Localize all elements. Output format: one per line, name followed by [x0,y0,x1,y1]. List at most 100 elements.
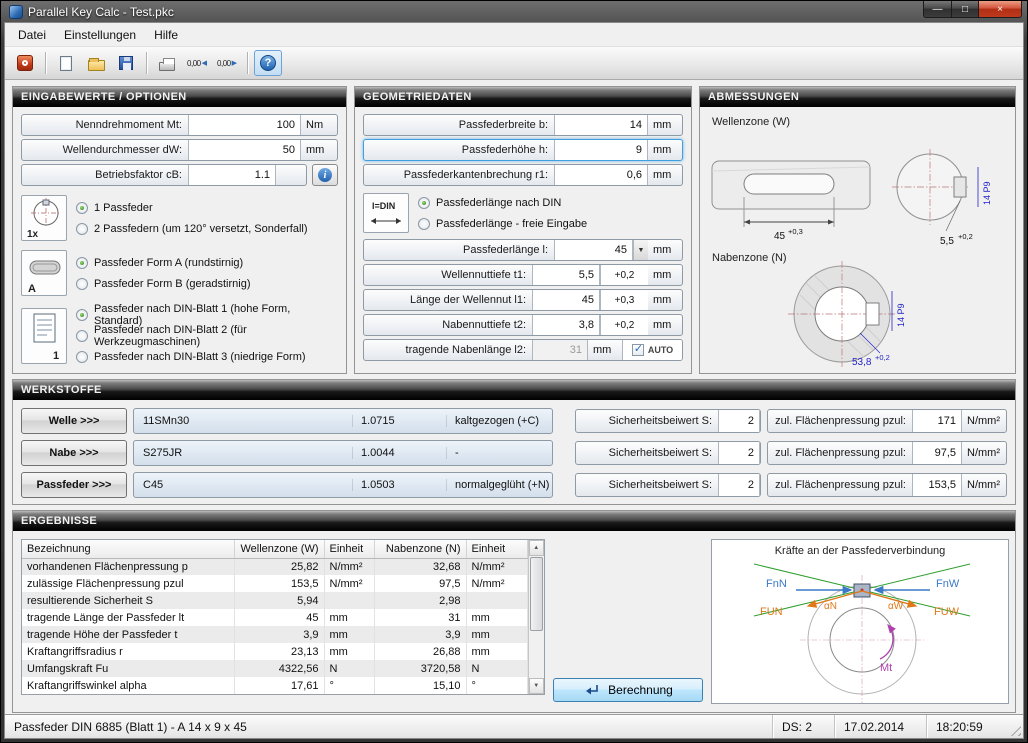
sicherheit-nabe-input[interactable]: 2 [718,442,760,464]
resize-grip[interactable] [1008,715,1023,738]
new-file-icon [60,56,72,71]
passfederbreite-input[interactable]: 14 [554,115,648,135]
radio-form-b[interactable]: Passfeder Form B (geradstirnig) [76,274,338,293]
welle-material-field[interactable]: 11SMn30 1.0715 kaltgezogen (+C) [133,408,553,434]
sicherheit-label: Sicherheitsbeiwert S: [576,410,718,432]
open-file-button[interactable] [82,50,110,76]
betriebsfaktor-input[interactable]: 1.1 [188,165,276,185]
result-n-unit: mm [466,609,527,626]
panel-abmessungen: ABMESSUNGEN Wellenzone (W) [699,86,1016,374]
field-nenndrehmoment: Nenndrehmoment Mt: 100 Nm [21,114,338,136]
result-row[interactable]: Umfangskraft Fu 4322,56 N 3720,58 N [22,660,527,677]
nenndrehmoment-input[interactable]: 100 [188,115,301,135]
toolbar-separator [146,52,147,74]
pzul-unit: N/mm² [962,474,1006,496]
passfederhoehe-input[interactable]: 9 [554,140,648,160]
exit-button[interactable] [11,50,39,76]
scroll-up-icon[interactable]: ▲ [529,540,545,556]
welle-select-button[interactable]: Welle >>> [21,408,127,434]
decimals-increase-button[interactable]: 0,00▶ [213,50,241,76]
radio-din-blatt-2[interactable]: Passfeder nach DIN-Blatt 2 (für Werkzeug… [76,326,338,345]
menu-hilfe[interactable]: Hilfe [145,25,187,45]
menu-bar: Datei Einstellungen Hilfe [5,23,1023,47]
nabenlaenge-auto-toggle[interactable]: AUTO [622,340,682,360]
kantenbrechung-input[interactable]: 0,6 [554,165,648,185]
sicherheit-passfeder-input[interactable]: 2 [718,474,760,496]
field-passfederhoehe: Passfederhöhe h: 9 mm [363,139,683,161]
wellendurchmesser-input[interactable]: 50 [188,140,301,160]
berechnung-button[interactable]: Berechnung [553,678,703,702]
anzahl-icon-label: 1x [27,229,39,240]
col-bezeichnung: Bezeichnung [22,540,234,558]
wellennuttiefe-input[interactable]: 5,5 [532,265,600,285]
result-name: zulässige Flächenpressung pzul [22,575,234,592]
key-form-a-icon: A [22,251,66,295]
field-passfederbreite: Passfederbreite b: 14 mm [363,114,683,136]
result-row[interactable]: Kraftangriffswinkel alpha 17,61 ° 15,10 … [22,677,527,694]
material-zustand: normalgeglüht (+N) [446,479,552,491]
passfederlaenge-select[interactable]: 45 [554,240,633,260]
menu-datei[interactable]: Datei [9,25,55,45]
new-file-button[interactable] [52,50,80,76]
radio-1-passfeder[interactable]: 1 Passfeder [76,198,338,217]
help-button[interactable]: ? [254,50,282,76]
result-row[interactable]: Kraftangriffsradius r 23,13 mm 26,88 mm [22,643,527,660]
result-row[interactable]: tragende Höhe der Passfeder t 3,9 mm 3,9… [22,626,527,643]
result-row[interactable]: tragende Länge der Passfeder lt 45 mm 31… [22,609,527,626]
result-row[interactable]: vorhandenen Flächenpressung p 25,82 N/mm… [22,558,527,575]
radio-laenge-frei[interactable]: Passfederlänge - freie Eingabe [418,214,683,233]
panel-geometriedaten: GEOMETRIEDATEN Passfederbreite b: 14 mm … [354,86,692,374]
shaft-side-view: 45 +0,3 [712,161,870,242]
nabe-select-button[interactable]: Nabe >>> [21,440,127,466]
passfederbreite-label: Passfederbreite b: [364,115,554,135]
scrollbar-thumb[interactable] [530,557,544,631]
app-window: Parallel Key Calc - Test.pkc — □ × Datei… [0,0,1028,743]
main-content: EINGABEWERTE / OPTIONEN Nenndrehmoment M… [5,80,1023,714]
field-betriebsfaktor: Betriebsfaktor cB: 1.1 [21,164,307,186]
radio-form-a[interactable]: Passfeder Form A (rundstirnig) [76,253,338,272]
result-row[interactable]: zulässige Flächenpressung pzul 153,5 N/m… [22,575,527,592]
wellennutlaenge-input[interactable]: 45 [532,290,600,310]
print-button[interactable] [153,50,181,76]
title-bar[interactable]: Parallel Key Calc - Test.pkc — □ × [4,1,1024,22]
menu-einstellungen[interactable]: Einstellungen [55,25,145,45]
result-n-unit: mm [466,626,527,643]
radio-icon [76,330,88,342]
radio-label: Passfeder nach DIN-Blatt 2 (für Werkzeug… [94,324,338,348]
minimize-button[interactable]: — [923,1,952,18]
pzul-unit: N/mm² [962,442,1006,464]
radio-2-passfedern[interactable]: 2 Passfedern (um 120° versetzt, Sonderfa… [76,219,338,238]
wellennuttiefe-label: Wellennuttiefe t1: [364,265,532,285]
close-button[interactable]: × [979,1,1022,18]
pzul-welle-value: 171 [912,410,962,432]
pzul-passfeder-value: 153,5 [912,474,962,496]
auto-label: AUTO [648,345,673,355]
result-w-unit [324,592,374,609]
exit-icon [17,55,33,71]
radio-label: Passfederlänge nach DIN [436,197,561,209]
betriebsfaktor-info-button[interactable]: i [312,164,338,186]
scrollbar-track[interactable] [529,556,545,678]
laenge-mode-group: l=DIN Passfederlänge nach DIN [363,193,683,233]
chevron-down-icon[interactable]: ▼ [633,240,648,260]
scroll-down-icon[interactable]: ▼ [529,678,545,694]
maximize-button[interactable]: □ [952,1,979,18]
result-row[interactable]: resultierende Sicherheit S 5,94 2,98 [22,592,527,609]
nabennuttiefe-input[interactable]: 3,8 [532,315,600,335]
decimals-decrease-button[interactable]: 0,00◀ [183,50,211,76]
radio-din-blatt-3[interactable]: Passfeder nach DIN-Blatt 3 (niedrige For… [76,347,338,366]
radio-din-blatt-1[interactable]: Passfeder nach DIN-Blatt 1 (hohe Form, S… [76,305,338,324]
result-n-value: 97,5 [374,575,466,592]
nabe-material-field[interactable]: S275JR 1.0044 - [133,440,553,466]
kantenbrechung-label: Passfederkantenbrechung r1: [364,165,554,185]
save-button[interactable] [112,50,140,76]
passfeder-material-field[interactable]: C45 1.0503 normalgeglüht (+N) [133,472,553,498]
anzahl-group: 1x 1 Passfeder 2 Passfedern [21,195,338,241]
passfeder-select-button[interactable]: Passfeder >>> [21,472,127,498]
sicherheit-welle-input[interactable]: 2 [718,410,760,432]
radio-laenge-din[interactable]: Passfederlänge nach DIN [418,193,683,212]
auto-checkbox[interactable] [632,344,644,356]
radio-icon [76,202,88,214]
results-scrollbar[interactable]: ▲ ▼ [528,540,545,694]
din-sheet-icon: 1 [22,309,66,363]
